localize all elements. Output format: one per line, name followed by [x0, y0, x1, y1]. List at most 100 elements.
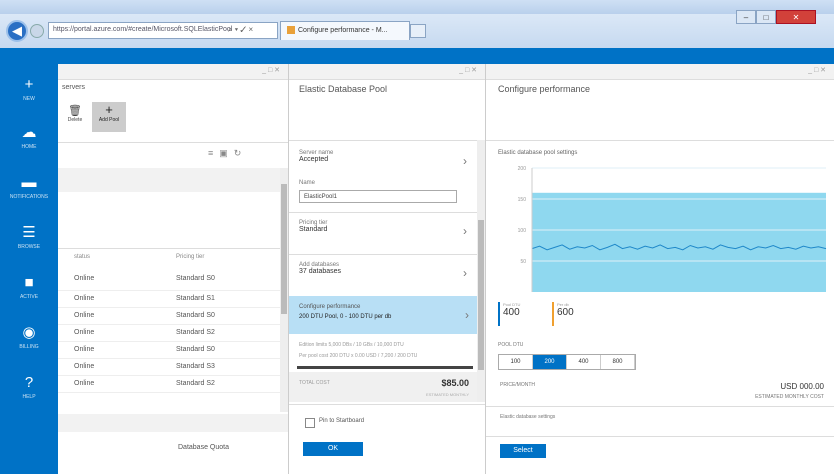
pool-option-100[interactable]: 100	[499, 355, 533, 369]
cell-tier: Standard S0	[176, 346, 215, 353]
stat-value: 600	[557, 307, 574, 318]
summary-bar	[58, 168, 280, 192]
pool-option-200[interactable]: 200	[533, 355, 567, 369]
nav-notifications[interactable]: ▬ NOTIFICATIONS	[0, 168, 58, 214]
pool-cost: Per pool cost 200 DTU x 0.00 USD / 7,200…	[299, 353, 417, 359]
add-pool-button[interactable]: + Add Pool	[92, 102, 126, 132]
scrollbar[interactable]	[477, 140, 485, 402]
cell-status: Online	[74, 275, 95, 282]
tab-title: Configure performance - M...	[298, 26, 388, 34]
pricing-tier-row[interactable]: Pricing tier Standard ›	[299, 220, 475, 246]
info2-value: 200 DTU x 0.00 USD / 7,200 / 200 DTU	[329, 353, 418, 359]
pool-dtu-selector[interactable]: 100 200 400 800	[498, 354, 636, 370]
divider	[486, 140, 834, 141]
edition-limits: Edition limits 5,000 DBs / 10 GBs / 10,0…	[299, 342, 404, 348]
nav-help[interactable]: ? HELP	[0, 368, 58, 414]
chart-area-band	[532, 192, 826, 292]
window-titlebar	[0, 0, 834, 14]
nav-label: BROWSE	[17, 244, 41, 250]
footer-bar	[58, 414, 288, 432]
column-header-status[interactable]: status	[74, 254, 90, 260]
maximize-button[interactable]: □	[756, 10, 776, 24]
pin-checkbox[interactable]	[305, 418, 315, 428]
billing-icon: ◉	[22, 324, 36, 341]
table-row[interactable]: Online Standard S1	[58, 291, 280, 308]
left-nav: + NEW ☁ HOME ▬ NOTIFICATIONS ☰ BROWSE ■ ACTIV…	[0, 64, 58, 474]
table-row[interactable]: Online Standard S0	[58, 268, 280, 291]
server-table: Online Standard S0 Online Standard S1 Onli…	[58, 268, 280, 393]
back-button[interactable]: ◀	[6, 20, 28, 42]
tier-value: Standard	[299, 226, 328, 233]
price-value: USD 000.00	[780, 382, 824, 391]
configure-performance-blade: _ □ ✕ Configure performance Elastic data…	[486, 64, 834, 474]
performance-value: 200 DTU Pool, 0 - 100 DTU per db	[299, 314, 392, 320]
nav-billing[interactable]: ◉ BILLING	[0, 318, 58, 364]
pool-option-400[interactable]: 400	[567, 355, 601, 369]
forward-button[interactable]	[30, 24, 44, 38]
grid-icon[interactable]: ▣	[219, 148, 234, 158]
blade-controls: _ □ ✕	[58, 64, 288, 80]
menu-icon[interactable]: ≡	[208, 148, 219, 158]
total-label: TOTAL COST	[299, 380, 330, 386]
monitor-icon: ■	[24, 274, 34, 291]
help-icon: ?	[24, 374, 34, 391]
minimize-button[interactable]: –	[736, 10, 756, 24]
cell-status: Online	[74, 312, 95, 319]
y-tick-label: 200	[518, 166, 527, 172]
list-actions[interactable]: ≡▣↻	[208, 148, 247, 159]
servers-blade: _ □ ✕ servers 🗑 Delete + Add Pool ≡▣↻ stat…	[58, 64, 289, 474]
divider	[289, 404, 485, 405]
divider	[58, 142, 288, 143]
nav-browse[interactable]: ☰ BROWSE	[0, 218, 58, 264]
select-button[interactable]: Select	[500, 444, 546, 458]
y-tick-label: 100	[518, 228, 527, 234]
elastic-pool-blade: _ □ ✕ Elastic Database Pool Server name …	[289, 64, 486, 474]
address-controls[interactable]: ⌕ ▾ ✓ ×	[228, 25, 253, 35]
nav-home[interactable]: ☁ HOME	[0, 118, 58, 164]
chevron-right-icon: ›	[465, 308, 469, 322]
nav-label: BILLING	[19, 344, 39, 350]
ok-button[interactable]: OK	[303, 442, 363, 456]
y-tick-label: 150	[518, 197, 527, 203]
nav-label: NOTIFICATIONS	[9, 194, 49, 200]
price-label: PRICE/MONTH	[500, 382, 535, 388]
scrollbar[interactable]	[280, 168, 288, 412]
cell-tier: Standard S2	[176, 329, 215, 336]
cloud-icon: ☁	[21, 124, 37, 141]
database-quota-label: Database Quota	[178, 444, 229, 451]
configure-performance-row[interactable]: Configure performance 200 DTU Pool, 0 - …	[289, 296, 477, 334]
scrollbar-thumb[interactable]	[478, 220, 484, 370]
settings-label: Elastic database settings	[500, 414, 556, 420]
nav-label: HOME	[21, 144, 37, 150]
cell-status: Online	[74, 380, 95, 387]
cell-tier: Standard S3	[176, 363, 215, 370]
nav-new[interactable]: + NEW	[0, 70, 58, 116]
delete-label: Delete	[67, 117, 83, 123]
new-tab-button[interactable]	[410, 24, 426, 38]
browser-tab[interactable]: Configure performance - M...	[280, 21, 410, 40]
table-row[interactable]: Online Standard S3	[58, 359, 280, 376]
cell-status: Online	[74, 329, 95, 336]
table-row[interactable]: Online Standard S0	[58, 308, 280, 325]
cell-tier: Standard S1	[176, 295, 215, 302]
scrollbar-thumb[interactable]	[281, 184, 287, 314]
dtu-chart: 200 150 100 50	[518, 166, 827, 292]
pool-option-800[interactable]: 800	[601, 355, 635, 369]
nav-active[interactable]: ■ ACTIVE	[0, 268, 58, 314]
pin-label: Pin to Startboard	[319, 418, 365, 424]
server-row[interactable]: Server name Accepted ›	[299, 150, 475, 176]
refresh-icon[interactable]: ↻	[234, 148, 248, 158]
blade-header: servers	[62, 84, 85, 91]
blade-title: Elastic Database Pool	[299, 84, 388, 94]
close-button[interactable]: ✕	[776, 10, 816, 24]
delete-button[interactable]: 🗑 Delete	[66, 104, 84, 130]
table-row[interactable]: Online Standard S2	[58, 325, 280, 342]
message-icon: ▬	[21, 174, 37, 191]
table-row[interactable]: Online Standard S0	[58, 342, 280, 359]
info1-label: Edition limits	[299, 342, 328, 348]
column-header-tier[interactable]: Pricing tier	[176, 254, 204, 260]
total-sub: ESTIMATED MONTHLY	[426, 392, 469, 397]
table-row[interactable]: Online Standard S2	[58, 376, 280, 393]
add-databases-row[interactable]: Add databases 37 databases ›	[299, 262, 475, 288]
pool-name-input[interactable]: ElasticPool1	[299, 190, 457, 203]
